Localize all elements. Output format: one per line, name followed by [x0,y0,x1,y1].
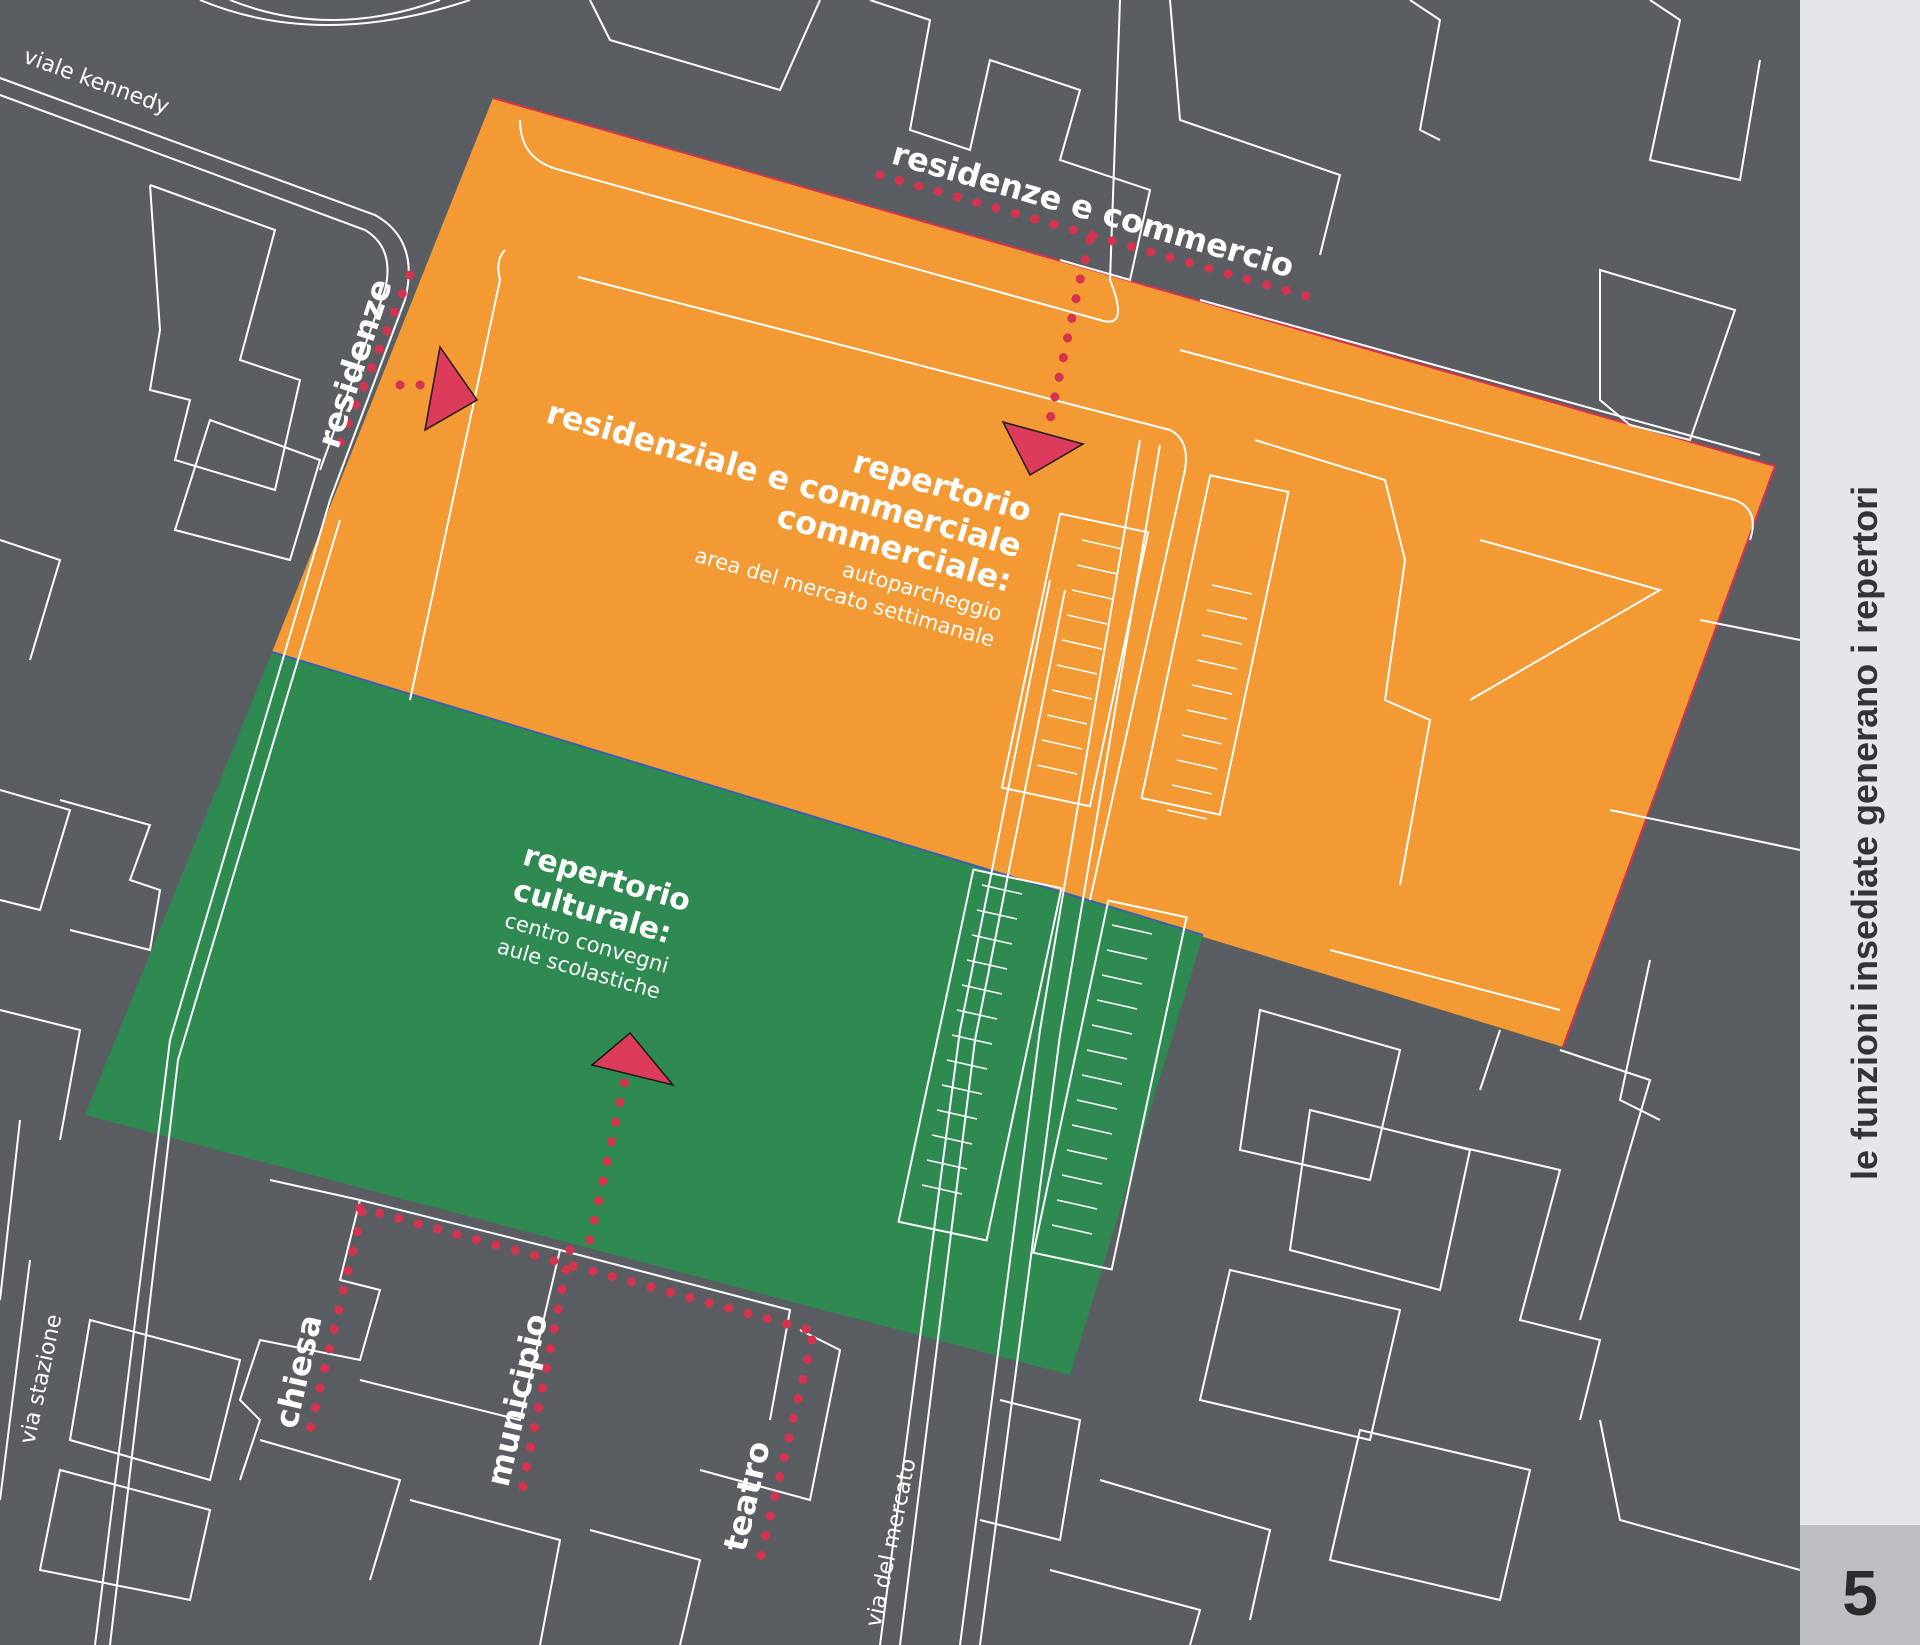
sidebar-title: le funzioni insediate generano i reperto… [1844,486,1885,1180]
site-map: viale kennedy via stazione via del merca… [0,0,1920,1645]
map-figure: viale kennedy via stazione via del merca… [0,0,1920,1645]
page-number: 5 [1842,1557,1878,1629]
